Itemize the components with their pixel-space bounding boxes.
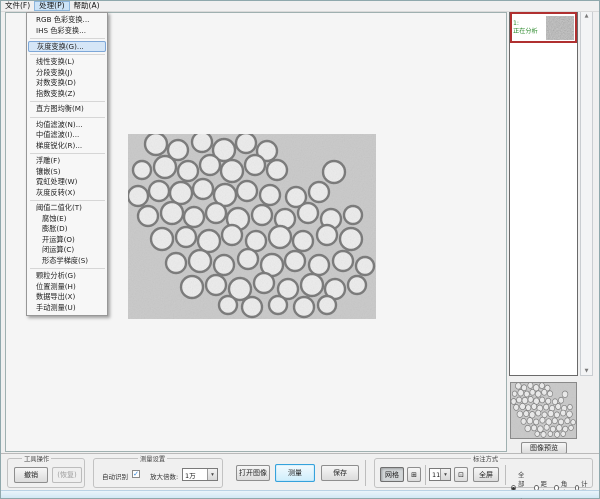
groupbox-annotation-mode: 标注方式 网格 ⊞ 11 ▾ ⊡ 全屏 全部要素距离角度计数 [374,458,593,488]
menu-item[interactable]: 梯度锐化(R)... [27,141,107,152]
menu-item[interactable]: 对数变换(D) [27,78,107,89]
status-strip [1,490,599,498]
menubar-item[interactable]: 处理(P) [34,1,69,11]
group3-divider-1 [425,465,426,485]
menu-item[interactable]: 手动测量(U) [27,303,107,314]
menu-item[interactable]: 颗粒分析(G) [27,271,107,282]
layers-icon[interactable]: ⊡ [454,467,468,482]
menu-item[interactable]: RGB 色彩变换... [27,15,107,26]
dropdown-menu: RGB 色彩变换...IHS 色彩变换... 灰度变换(G)... 线性变换(L)分… [26,12,108,316]
zoom-factor-label: 放大倍数: [150,471,178,481]
scroll-up-icon[interactable]: ▲ [581,12,592,20]
menu-item[interactable]: 位置测量(H) [27,282,107,293]
result-item-status-text: 1: 正在分析 [513,20,546,35]
undo-button[interactable]: 撤销 [14,467,48,483]
toolbar-vertical-divider [365,460,366,486]
menu-item[interactable]: 阈值二值化(T) [27,203,107,214]
groupbox-tools: 工具操作 撤销 (恢复) [7,458,85,488]
menubar: 文件(F)处理(P)帮助(A) [1,1,599,12]
menu-item[interactable]: 线性变换(L) [27,57,107,68]
result-listbox[interactable]: 1: 正在分析 [509,11,578,376]
result-list-item-selected[interactable]: 1: 正在分析 [510,12,577,43]
menu-separator [30,153,105,154]
chevron-down-icon[interactable]: ▾ [207,469,217,480]
bottom-toolbar: 工具操作 撤销 (恢复) 测量设置 自动识别 ✓ 放大倍数: 1万 ▾ 打开图像… [1,454,599,492]
menu-item[interactable]: 灰度变换(G)... [28,41,106,52]
save-button[interactable]: 保存 [321,465,359,481]
menu-item[interactable]: 分段变换(J) [27,68,107,79]
scroll-down-icon[interactable]: ▼ [581,367,592,375]
menu-item[interactable]: 直方图均衡(M) [27,104,107,115]
menu-separator [30,38,105,39]
grid-toggle-button[interactable]: 网格 [380,467,404,482]
menu-item[interactable]: 膨胀(D) [27,224,107,235]
zoom-factor-combo[interactable]: 1万 ▾ [182,468,218,481]
menu-item[interactable]: 霓虹处理(W) [27,177,107,188]
zoom-factor-value: 1万 [183,470,207,480]
menu-item[interactable]: 浮雕(F) [27,156,107,167]
open-image-button[interactable]: 打开图像 [236,465,270,481]
menu-item[interactable]: 腐蚀(E) [27,214,107,225]
menu-separator [30,101,105,102]
menu-item[interactable]: IHS 色彩变换... [27,26,107,37]
menu-item[interactable]: 开运算(O) [27,235,107,246]
auto-detect-label: 自动识别 [102,471,128,481]
menu-item[interactable]: 形态学梯度(S) [27,256,107,267]
app-window: { "colors": { "selection_red": "#b03030"… [0,0,600,499]
menu-item[interactable]: 灰度反转(X) [27,188,107,199]
size-combo[interactable]: 11 ▾ [429,468,451,481]
measure-button[interactable]: 测量 [275,464,315,482]
sidebar-scrollbar[interactable]: ▲ ▼ [580,11,593,376]
menubar-item[interactable]: 帮助(A) [70,1,104,11]
groupbox-measure-settings-title: 测量设置 [138,454,167,463]
menu-item[interactable]: 闭运算(C) [27,245,107,256]
groupbox-measure-settings: 测量设置 自动识别 ✓ 放大倍数: 1万 ▾ [93,458,223,488]
preview-thumbnail [511,383,576,438]
menu-item[interactable]: 镶嵌(S) [27,167,107,178]
menu-separator [30,200,105,201]
menu-item[interactable]: 中值滤波(I)... [27,130,107,141]
auto-detect-checkbox[interactable]: ✓ [132,470,140,478]
preview-thumbnail-wrap [510,382,577,439]
menu-separator [30,268,105,269]
fullscreen-button[interactable]: 全屏 [473,467,499,482]
redo-button[interactable]: (恢复) [52,467,82,483]
menubar-item[interactable]: 文件(F) [1,1,34,11]
chevron-down-icon[interactable]: ▾ [440,469,450,480]
micrograph-image [128,134,376,319]
groupbox-annotation-mode-title: 标注方式 [471,454,500,463]
menu-item[interactable]: 均值滤波(N)... [27,120,107,131]
result-item-thumbnail [546,16,574,40]
size-combo-value: 11 [430,471,440,479]
grid-icon[interactable]: ⊞ [407,467,421,482]
menu-item[interactable]: 数据导出(X) [27,292,107,303]
groupbox-tools-title: 工具操作 [22,454,51,463]
menu-separator [30,117,105,118]
group3-divider-2 [505,465,506,485]
menu-item[interactable]: 指数变换(Z) [27,89,107,100]
menu-separator [30,54,105,55]
